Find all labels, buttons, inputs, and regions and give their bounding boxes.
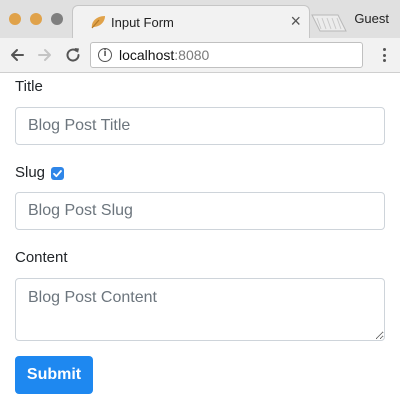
info-icon[interactable]: i <box>98 48 112 62</box>
back-icon[interactable] <box>8 46 26 64</box>
submit-button[interactable]: Submit <box>15 356 93 394</box>
address-bar[interactable]: i localhost:8080 <box>90 42 363 68</box>
menu-icon[interactable] <box>383 48 387 64</box>
url-text: localhost:8080 <box>119 47 209 63</box>
title-input[interactable] <box>15 107 385 145</box>
browser-tab[interactable]: Input Form × <box>72 5 310 38</box>
title-label: Title <box>15 78 43 95</box>
window-close-button[interactable] <box>9 13 21 25</box>
reload-icon[interactable] <box>64 46 82 64</box>
forward-icon[interactable] <box>36 46 54 64</box>
content-textarea[interactable] <box>15 278 385 341</box>
window-maximize-button[interactable] <box>51 13 63 25</box>
browser-toolbar: i localhost:8080 <box>0 38 400 73</box>
slug-input[interactable] <box>15 192 385 230</box>
window-minimize-button[interactable] <box>30 13 42 25</box>
favicon-icon <box>91 16 105 29</box>
tab-title: Input Form <box>111 15 174 30</box>
profile-label[interactable]: Guest <box>354 11 389 26</box>
tab-strip: Input Form × Guest <box>0 0 400 38</box>
check-icon <box>53 170 62 178</box>
close-icon[interactable]: × <box>290 12 301 30</box>
content-label: Content <box>15 249 68 266</box>
slug-checkbox[interactable] <box>51 167 64 180</box>
url-port: :8080 <box>174 47 210 63</box>
slug-label: Slug <box>15 164 46 181</box>
url-host: localhost <box>119 47 175 63</box>
new-tab-button[interactable] <box>311 14 347 32</box>
